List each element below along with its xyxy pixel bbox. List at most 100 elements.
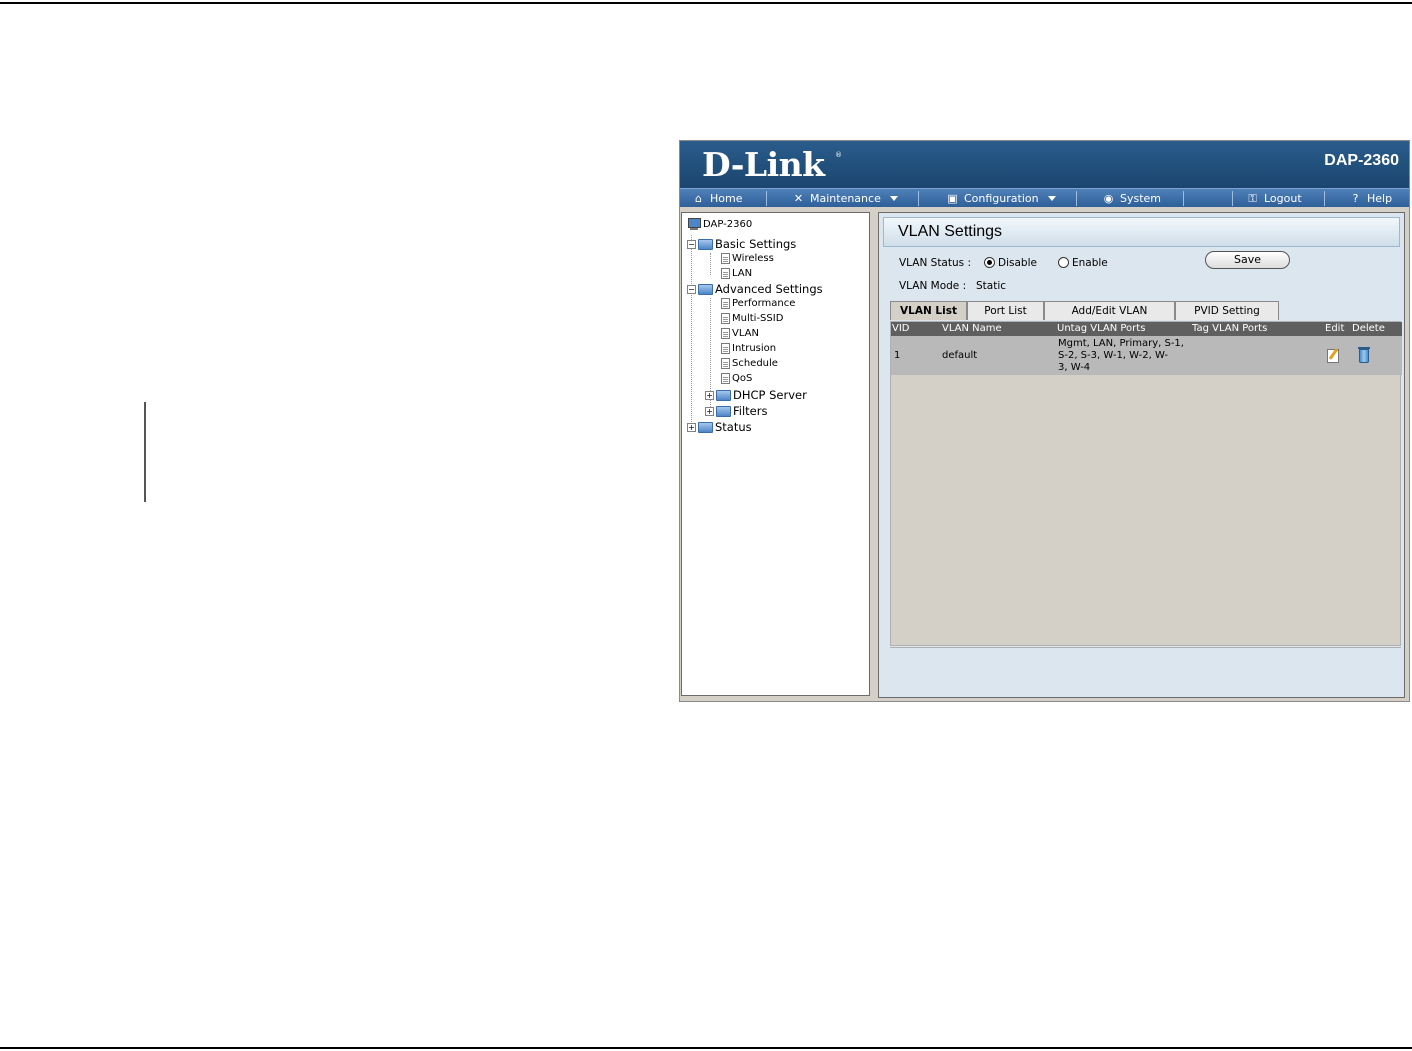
cell-untag-ports: Mgmt, LAN, Primary, S-1, S-2, S-3, W-1, … <box>1058 338 1184 374</box>
edit-icon[interactable] <box>1327 349 1339 363</box>
save-button[interactable]: Save <box>1205 251 1290 269</box>
chevron-down-icon <box>1047 195 1056 201</box>
chevron-down-icon <box>889 195 898 201</box>
menu-system-label: System <box>1120 191 1162 205</box>
tab-port-list[interactable]: Port List <box>967 301 1044 320</box>
folder-icon <box>698 283 713 295</box>
untag-ports-line: Mgmt, LAN, Primary, S-1, <box>1058 338 1184 349</box>
model-name: DAP-2360 <box>1324 152 1399 169</box>
tree-connector <box>691 235 692 428</box>
side-divider <box>144 402 146 502</box>
menu-separator <box>1324 191 1325 206</box>
tree-item-status[interactable]: + Status <box>687 420 752 434</box>
computer-icon <box>687 218 701 231</box>
menu-bar: ⌂ Home ✕ Maintenance ▣ Configuration ◉ S… <box>680 188 1409 207</box>
tree-qos-label: QoS <box>732 373 753 384</box>
trash-icon[interactable] <box>1358 347 1370 363</box>
vlan-table: VID VLAN Name Untag VLAN Ports Tag VLAN … <box>890 321 1402 646</box>
page-icon <box>721 358 730 369</box>
cell-vlan-name: default <box>942 350 978 361</box>
tree-status-label: Status <box>715 420 752 434</box>
menu-logout-label: Logout <box>1264 191 1302 205</box>
column-edit: Edit <box>1325 323 1345 334</box>
tree-schedule-label: Schedule <box>732 358 778 369</box>
router-admin-screenshot: D-Link ® DAP-2360 ⌂ Home ✕ Maintenance ▣… <box>679 140 1410 702</box>
tree-item-performance[interactable]: Performance <box>721 298 795 309</box>
tree-lan-label: LAN <box>732 268 753 279</box>
tree-item-filters[interactable]: + Filters <box>705 404 767 418</box>
menu-maintenance[interactable]: ✕ Maintenance <box>792 189 898 207</box>
tree-vlan-label: VLAN <box>732 328 759 339</box>
menu-home-label: Home <box>710 191 743 205</box>
menu-configuration-label: Configuration <box>964 191 1039 205</box>
vlan-status-disable-radio[interactable] <box>984 257 995 268</box>
disk-icon: ▣ <box>947 191 958 205</box>
folder-icon <box>716 405 731 417</box>
header-bar: D-Link ® DAP-2360 <box>680 141 1409 188</box>
page-icon <box>721 268 730 279</box>
menu-logout[interactable]: ⚿ Logout <box>1246 189 1302 207</box>
key-icon: ⚿ <box>1248 191 1257 205</box>
tree-item-advanced-settings[interactable]: − Advanced Settings <box>687 282 823 296</box>
column-vlan-name: VLAN Name <box>942 323 1002 334</box>
tools-icon: ✕ <box>793 191 804 205</box>
folder-icon <box>698 421 713 433</box>
vlan-status-label: VLAN Status : <box>899 257 971 269</box>
menu-maintenance-label: Maintenance <box>810 191 881 205</box>
tree-item-schedule[interactable]: Schedule <box>721 358 778 369</box>
tree-root-label: DAP-2360 <box>703 219 753 230</box>
collapse-icon[interactable]: − <box>687 284 696 294</box>
tab-add-edit-vlan[interactable]: Add/Edit VLAN <box>1044 301 1175 320</box>
tree-multi-ssid-label: Multi-SSID <box>732 313 784 324</box>
vlan-mode-label: VLAN Mode : <box>899 280 967 292</box>
expand-icon[interactable]: + <box>705 406 714 416</box>
vlan-status-enable-radio[interactable] <box>1058 257 1069 268</box>
tree-item-dhcp-server[interactable]: + DHCP Server <box>705 388 807 402</box>
menu-home[interactable]: ⌂ Home <box>692 189 742 207</box>
system-icon: ◉ <box>1103 191 1114 205</box>
page-icon <box>721 298 730 309</box>
tree-dhcp-server-label: DHCP Server <box>733 388 807 402</box>
page-top-rule <box>0 2 1412 4</box>
expand-icon[interactable]: + <box>687 422 696 432</box>
tab-vlan-list[interactable]: VLAN List <box>890 301 967 320</box>
tree-item-multi-ssid[interactable]: Multi-SSID <box>721 313 783 324</box>
enable-label: Enable <box>1072 257 1108 269</box>
tree-item-wireless[interactable]: Wireless <box>721 253 774 264</box>
folder-icon <box>716 389 731 401</box>
table-row[interactable]: 1 default Mgmt, LAN, Primary, S-1, S-2, … <box>891 336 1402 375</box>
tree-item-qos[interactable]: QoS <box>721 373 752 384</box>
tab-bar: VLAN List Port List Add/Edit VLAN PVID S… <box>890 301 1279 320</box>
expand-icon[interactable]: + <box>705 390 714 400</box>
menu-separator <box>918 191 919 206</box>
page-icon <box>721 328 730 339</box>
tree-item-basic-settings[interactable]: − Basic Settings <box>687 237 796 251</box>
tree-item-vlan[interactable]: VLAN <box>721 328 759 339</box>
column-vid: VID <box>892 323 910 334</box>
tree-connector <box>710 253 711 275</box>
tree-item-lan[interactable]: LAN <box>721 268 752 279</box>
collapse-icon[interactable]: − <box>687 239 696 249</box>
page-icon <box>721 343 730 354</box>
tree-filters-label: Filters <box>733 404 768 418</box>
tree-item-root[interactable]: DAP-2360 <box>687 218 752 231</box>
menu-system[interactable]: ◉ System <box>1102 189 1161 207</box>
page-icon <box>721 253 730 264</box>
tab-pvid-setting[interactable]: PVID Setting <box>1175 301 1279 320</box>
help-icon: ? <box>1352 191 1359 205</box>
tree-performance-label: Performance <box>732 298 796 309</box>
page-icon <box>721 313 730 324</box>
tree-intrusion-label: Intrusion <box>732 343 777 354</box>
cell-vid: 1 <box>894 350 901 361</box>
tree-advanced-settings-label: Advanced Settings <box>715 282 823 296</box>
vlan-mode-value: Static <box>976 280 1007 292</box>
tree-item-intrusion[interactable]: Intrusion <box>721 343 776 354</box>
menu-separator <box>1076 191 1077 206</box>
registered-mark: ® <box>835 151 842 159</box>
menu-configuration[interactable]: ▣ Configuration <box>946 189 1056 207</box>
folder-icon <box>698 238 713 250</box>
dlink-logo: D-Link <box>702 145 825 184</box>
tree-basic-settings-label: Basic Settings <box>715 237 797 251</box>
menu-help[interactable]: ? Help <box>1349 189 1393 207</box>
page-title: VLAN Settings <box>898 223 1003 240</box>
